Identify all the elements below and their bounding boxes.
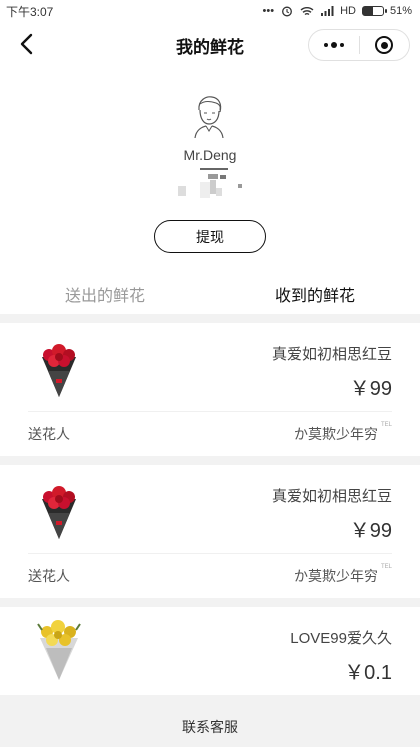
page-title: 我的鲜花 [176, 37, 244, 57]
wifi-icon [300, 6, 314, 16]
sender-name-wrap: か莫欺少年穷 TEL [293, 564, 392, 586]
profile-section: Mr.Deng 提现 送出的鲜花 收到的鲜花 [0, 68, 420, 314]
flower-price: ￥0.1 [344, 662, 392, 684]
flower-card-top: 真爱如初相思红豆 ￥99 [0, 465, 420, 553]
target-icon [375, 36, 394, 54]
sender-row: 送花人 か莫欺少年穷 TEL [28, 553, 392, 598]
avatar [194, 96, 224, 138]
sender-row: 送花人 か莫欺少年穷 TEL [28, 411, 392, 456]
battery-percent: 51% [389, 5, 412, 17]
network-type: HD [340, 5, 356, 17]
more-icon [323, 42, 344, 48]
flower-price: ￥99 [349, 378, 392, 400]
flower-card[interactable]: LOVE99爱久久 ￥0.1 [0, 607, 420, 695]
flower-list: 真爱如初相思红豆 ￥99 送花人 か莫欺少年穷 TEL 真爱如初相思红豆 ￥99 [0, 323, 420, 704]
sender-suffix: TEL [380, 422, 392, 428]
red-rose-bouquet-image [42, 486, 76, 539]
sender-suffix: TEL [380, 564, 392, 570]
flower-name: 真爱如初相思红豆 [271, 346, 392, 363]
flower-price: ￥99 [349, 520, 392, 542]
yellow-flower-bouquet-image [37, 620, 81, 680]
blurred-info-image [178, 168, 242, 198]
flower-card[interactable]: 真爱如初相思红豆 ￥99 送花人 か莫欺少年穷 TEL [0, 465, 420, 598]
sender-label: 送花人 [28, 426, 70, 442]
nav-bar: 我的鲜花 [0, 22, 420, 68]
sender-name: か莫欺少年穷 [293, 568, 378, 584]
sender-label: 送花人 [28, 568, 70, 584]
status-bar: 下午3:07 ••• HD 51% [0, 0, 420, 22]
status-indicators: ••• HD 51% [263, 5, 412, 17]
back-button[interactable] [14, 32, 38, 56]
flower-name: LOVE99爱久久 [290, 630, 392, 647]
red-rose-bouquet-image [42, 344, 76, 397]
tab-sent-flowers[interactable]: 送出的鲜花 [0, 273, 210, 314]
sender-name-wrap: か莫欺少年穷 TEL [293, 422, 392, 444]
flower-tabs: 送出的鲜花 收到的鲜花 [0, 273, 420, 314]
flower-card-top: LOVE99爱久久 ￥0.1 [0, 607, 420, 695]
sender-name: か莫欺少年穷 [293, 426, 378, 442]
username: Mr.Deng [183, 147, 237, 163]
flower-name: 真爱如初相思红豆 [271, 488, 392, 505]
withdraw-button[interactable]: 提现 [154, 220, 266, 253]
alarm-icon [280, 6, 294, 17]
contact-service-button[interactable]: 联系客服 [0, 706, 420, 747]
more-menu-button[interactable] [309, 30, 359, 60]
signal-icon [320, 6, 334, 16]
tab-received-flowers[interactable]: 收到的鲜花 [210, 273, 420, 314]
chevron-left-icon [20, 33, 33, 55]
battery-icon [361, 6, 387, 16]
close-miniprogram-button[interactable] [360, 30, 410, 60]
status-time: 下午3:07 [6, 4, 54, 19]
more-dots-icon: ••• [262, 5, 275, 17]
flower-card[interactable]: 真爱如初相思红豆 ￥99 送花人 か莫欺少年穷 TEL [0, 323, 420, 456]
flower-card-top: 真爱如初相思红豆 ￥99 [0, 323, 420, 411]
miniprogram-capsule [308, 29, 410, 61]
